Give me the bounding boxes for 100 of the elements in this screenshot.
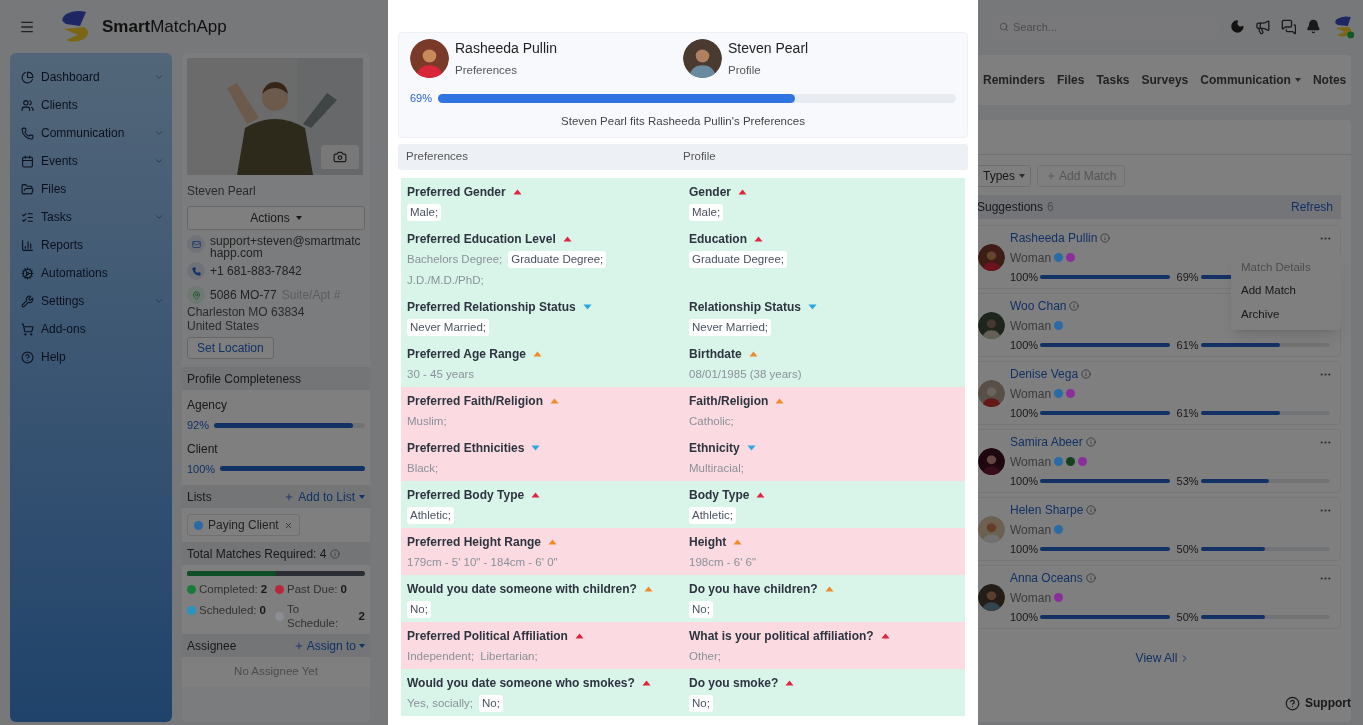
section-title: Total Matches Required: 4	[187, 545, 327, 563]
add-to-list-link[interactable]: Add to List	[284, 487, 365, 506]
column-header: Preferences	[406, 149, 469, 165]
assign-to-link[interactable]: Assign to	[293, 636, 365, 655]
match-summary-text: Steven Pearl fits Rasheeda Pullin's Preferences	[560, 113, 806, 129]
criterion-value: Catholic;	[689, 414, 734, 429]
match-gender: Woman	[1010, 317, 1052, 335]
criterion-label: Ethnicity	[689, 440, 740, 456]
criterion-label: Preferred Political Affiliation	[407, 628, 568, 644]
criterion-label: Faith/Religion	[689, 393, 769, 409]
match-percent: 100%	[1010, 609, 1039, 625]
criterion-label: Height	[689, 534, 727, 550]
criterion-value: No;	[689, 695, 713, 712]
criterion-label: Preferred Height Range	[407, 534, 542, 550]
set-location-button[interactable]: Set Location	[187, 337, 274, 359]
match-percent: 50%	[1176, 541, 1199, 557]
sidebar-item[interactable]: Help	[10, 343, 172, 371]
tab[interactable]: Notes	[1312, 71, 1347, 89]
phone-text: +1 681-883-7842	[210, 263, 302, 280]
criterion-value: Athletic;	[689, 507, 736, 524]
match-percent: 61%	[1176, 337, 1199, 353]
criterion-label: Gender	[689, 184, 731, 200]
sidebar-item[interactable]: Files	[10, 175, 172, 203]
criterion-value: 198cm - 6' 6"	[689, 555, 756, 570]
criterion-value: Independent;	[407, 649, 475, 664]
actions-button[interactable]: Actions	[187, 206, 365, 230]
sidebar-item[interactable]: Reports	[10, 231, 172, 259]
view-all-link[interactable]: View All	[1135, 649, 1191, 667]
match-name[interactable]: Woo Chan	[1010, 296, 1067, 315]
criterion-label: Relationship Status	[689, 299, 801, 315]
sidebar-item[interactable]: Settings	[10, 287, 172, 315]
sidebar-item[interactable]: Communication	[10, 119, 172, 147]
match-percent: 100%	[1010, 405, 1039, 421]
completeness-label: Agency	[187, 397, 229, 414]
match-percent: 100%	[1010, 269, 1039, 285]
section-header: Profile Completeness	[182, 367, 370, 390]
sidebar-item[interactable]: Automations	[10, 259, 172, 287]
criterion-value: Muslim;	[407, 414, 447, 429]
match-gender: Woman	[1010, 453, 1052, 471]
criterion-value: Athletic;	[407, 507, 454, 524]
match-name[interactable]: Samira Abeer	[1010, 432, 1083, 451]
criterion-value: 30 - 45 years	[407, 367, 475, 382]
criterion-value: J.D./M.D./PhD;	[407, 273, 484, 288]
criterion-value: Never Married;	[689, 319, 772, 336]
suggestions-title: Suggestions	[977, 199, 1044, 216]
sidebar-item[interactable]: Add-ons	[10, 315, 172, 343]
criterion-value: Other;	[689, 649, 721, 664]
match-percent: 100%	[1010, 473, 1039, 489]
match-gender: Woman	[1010, 249, 1052, 267]
criterion-value: Graduate Degree;	[508, 251, 607, 268]
menu-item[interactable]: Archive	[1231, 302, 1341, 326]
match-gender: Woman	[1010, 385, 1052, 403]
sidebar-item[interactable]: Clients	[10, 91, 172, 119]
sidebar-item[interactable]: Dashboard	[10, 63, 172, 91]
criterion-label: Preferred Education Level	[407, 231, 556, 247]
refresh-link[interactable]: Refresh	[1290, 198, 1333, 216]
list-tag[interactable]: Paying Client	[187, 514, 300, 536]
person-role: Preferences	[455, 63, 518, 78]
profile-name: Steven Pearl	[187, 183, 257, 200]
match-percent: 100%	[1010, 337, 1039, 353]
criterion-label: Preferred Ethnicities	[407, 440, 525, 456]
criterion-value: 179cm - 5' 10" - 184cm - 6' 0"	[407, 555, 558, 570]
match-percent: 69%	[1176, 269, 1199, 285]
criterion-label: Do you have children?	[689, 581, 818, 597]
tab[interactable]: Tasks	[1096, 71, 1130, 89]
criterion-label: Education	[689, 231, 747, 247]
match-name[interactable]: Rasheeda Pullin	[1010, 228, 1098, 247]
criterion-value: Male;	[689, 204, 724, 221]
support-button[interactable]: Support	[1285, 694, 1351, 712]
tab[interactable]: Reminders	[983, 71, 1046, 89]
criterion-value: Multiracial;	[689, 461, 744, 476]
match-percent: 61%	[1176, 405, 1199, 421]
criterion-value: 08/01/1985 (38 years)	[689, 367, 802, 382]
criterion-label: Preferred Age Range	[407, 346, 526, 362]
criterion-label: Preferred Gender	[407, 184, 506, 200]
tab[interactable]: Communication	[1200, 71, 1301, 89]
match-gender: Woman	[1010, 521, 1052, 539]
criterion-value: No;	[689, 601, 713, 618]
match-name[interactable]: Helen Sharpe	[1010, 500, 1084, 519]
legend-label: To Schedule:	[287, 602, 335, 631]
legend-value: 2	[260, 582, 268, 597]
sidebar-item[interactable]: Tasks	[10, 203, 172, 231]
legend-label: Past Due:	[287, 582, 338, 597]
completeness-reading: 100%	[187, 461, 216, 477]
app-name: SmartMatchApp	[102, 15, 227, 38]
match-name[interactable]: Anna Oceans	[1010, 568, 1083, 587]
legend-value: 0	[259, 603, 266, 619]
tab[interactable]: Files	[1057, 71, 1085, 89]
criterion-label: Preferred Relationship Status	[407, 299, 576, 315]
match-percent: 53%	[1176, 473, 1199, 489]
match-name[interactable]: Denise Vega	[1010, 364, 1079, 383]
criterion-value: No;	[407, 601, 431, 618]
sidebar-item[interactable]: Events	[10, 147, 172, 175]
person-name: Rasheeda Pullin	[455, 39, 557, 58]
tab[interactable]: Surveys	[1141, 71, 1189, 89]
person-name: Steven Pearl	[728, 39, 809, 58]
legend-label: Scheduled:	[199, 603, 257, 619]
criterion-label: Would you date someone with children?	[407, 581, 637, 597]
criterion-label: Body Type	[689, 487, 750, 503]
completeness-label: Client	[187, 440, 219, 458]
